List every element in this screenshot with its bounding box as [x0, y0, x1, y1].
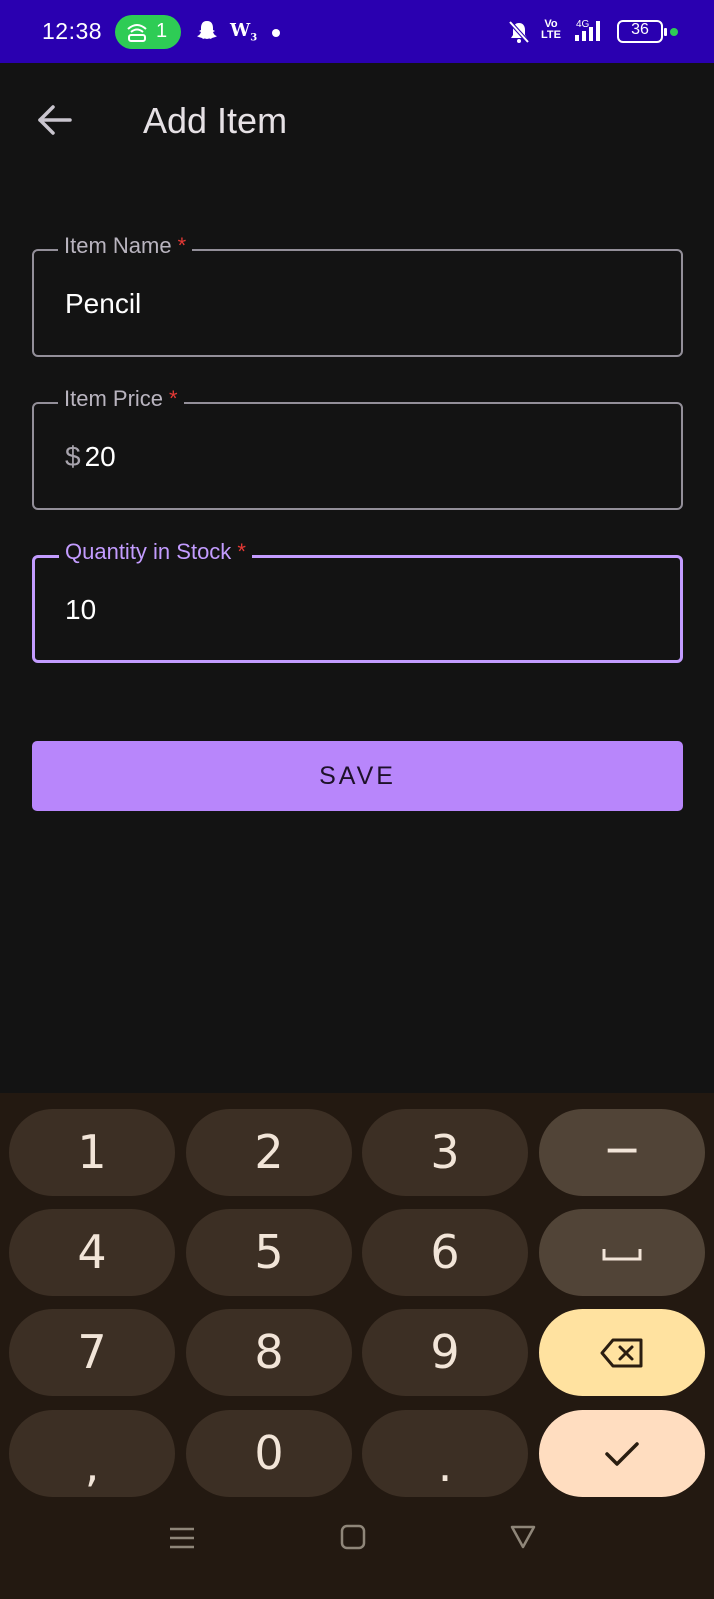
backspace-icon [600, 1338, 643, 1367]
key-done[interactable] [539, 1410, 705, 1497]
key-5[interactable]: 5 [186, 1209, 352, 1296]
home-icon[interactable] [340, 1524, 366, 1550]
item-name-field[interactable]: Item Name * Pencil [32, 233, 683, 357]
item-price-field[interactable]: Item Price * $20 [32, 386, 683, 510]
notification-dot-icon [272, 29, 280, 37]
key-period[interactable]: . [362, 1410, 528, 1497]
key-1[interactable]: 1 [9, 1109, 175, 1196]
quantity-value: 10 [65, 594, 97, 625]
item-price-value: $20 [65, 441, 116, 473]
key-0[interactable]: 0 [186, 1410, 352, 1497]
back-icon[interactable] [510, 1524, 536, 1550]
hotspot-count: 1 [156, 20, 168, 42]
key-9[interactable]: 9 [362, 1309, 528, 1396]
key-7[interactable]: 7 [9, 1309, 175, 1396]
key-comma[interactable]: , [9, 1410, 175, 1497]
required-mark: * [177, 233, 187, 258]
required-mark: * [237, 539, 246, 564]
check-icon [605, 1441, 639, 1466]
required-mark: * [169, 386, 178, 411]
status-time: 12:38 [42, 18, 103, 44]
arrow-back-icon [38, 105, 72, 135]
volte-icon: Vo LTE [541, 19, 561, 41]
back-button[interactable] [30, 96, 78, 144]
save-button[interactable]: SAVE [32, 741, 683, 811]
privacy-indicator-icon [670, 28, 678, 36]
key-2[interactable]: 2 [186, 1109, 352, 1196]
volte-bottom: LTE [541, 29, 561, 41]
bell-off-icon [508, 20, 530, 44]
snapchat-icon [197, 21, 217, 39]
item-name-label: Item Name * [58, 233, 193, 259]
item-price-amount: 20 [84, 441, 116, 472]
signal-icon: 4G [575, 19, 600, 41]
network-type: 4G [576, 19, 590, 30]
menu-icon[interactable] [169, 1525, 195, 1551]
quantity-field[interactable]: Quantity in Stock * 10 [32, 539, 683, 663]
status-bar: 12:38 1 W3 Vo LTE 4G 36 [0, 0, 714, 63]
space-icon [602, 1248, 642, 1260]
key-minus[interactable]: − [539, 1109, 705, 1196]
quantity-label-text: Quantity in Stock [65, 539, 232, 564]
key-backspace[interactable] [539, 1309, 705, 1396]
key-3[interactable]: 3 [362, 1109, 528, 1196]
battery-level: 36 [631, 21, 649, 38]
w-app-icon: W3 [230, 20, 258, 44]
hotspot-icon [127, 24, 147, 42]
quantity-label: Quantity in Stock * [59, 539, 252, 565]
key-4[interactable]: 4 [9, 1209, 175, 1296]
key-6[interactable]: 6 [362, 1209, 528, 1296]
hotspot-indicator: 1 [115, 15, 181, 49]
battery-icon: 36 [617, 20, 667, 43]
numeric-keyboard: 1 2 3 − 4 5 6 7 8 9 , 0 . [0, 1093, 714, 1599]
currency-prefix: $ [65, 441, 81, 472]
item-name-label-text: Item Name [64, 233, 172, 258]
item-price-label: Item Price * [58, 386, 184, 412]
item-price-label-text: Item Price [64, 386, 164, 411]
key-8[interactable]: 8 [186, 1309, 352, 1396]
item-name-value: Pencil [65, 288, 142, 319]
page-title: Add Item [143, 100, 288, 141]
key-space[interactable] [539, 1209, 705, 1296]
